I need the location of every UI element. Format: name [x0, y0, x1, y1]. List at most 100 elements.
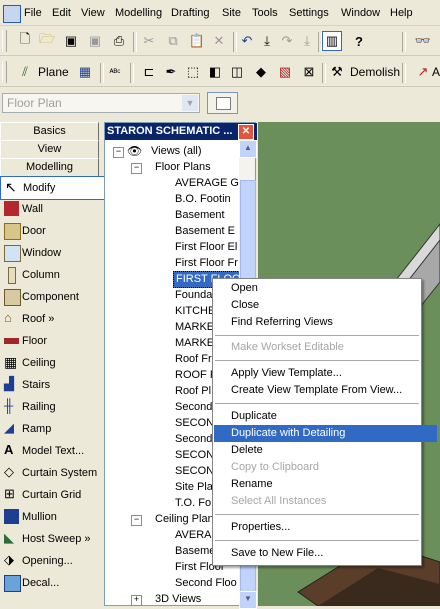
tree-item[interactable]: Baseme: [175, 544, 215, 559]
tool-window[interactable]: Window: [0, 242, 119, 264]
tree-item[interactable]: Site Pla: [175, 480, 213, 495]
open-folder-icon[interactable]: 🗁: [38, 31, 56, 50]
tree-item[interactable]: MARKE: [175, 320, 214, 335]
toolbar-grip[interactable]: [2, 30, 7, 52]
menu-item-properties[interactable]: Properties...: [214, 519, 437, 536]
text-icon[interactable]: ↗: [414, 63, 432, 81]
project-browser-toggle-icon[interactable]: ▥: [322, 31, 342, 51]
tool-modify[interactable]: ↖ Modify: [0, 176, 121, 200]
menu-window[interactable]: Window: [341, 7, 380, 19]
tool-ramp[interactable]: ◢ Ramp: [0, 418, 119, 440]
tree-item[interactable]: 3D Views: [155, 592, 201, 607]
view-glasses-icon[interactable]: 👓: [414, 32, 432, 50]
tab-view[interactable]: View: [0, 140, 99, 160]
work-plane-icon[interactable]: ⫽: [16, 63, 34, 81]
app-icon[interactable]: [3, 5, 21, 23]
cut-icon[interactable]: ✂: [140, 32, 158, 50]
tool-roof[interactable]: ⌂ Roof »: [0, 308, 119, 330]
tree-item[interactable]: SECON: [175, 416, 214, 431]
menu-item-duplicate[interactable]: Duplicate: [214, 408, 437, 425]
menu-modelling[interactable]: Modelling: [115, 7, 162, 19]
element-properties-button[interactable]: [207, 92, 238, 114]
tool-host-sweep[interactable]: ◣ Host Sweep »: [0, 528, 119, 550]
grid-icon[interactable]: ▦: [76, 63, 94, 81]
print-icon[interactable]: ⎙: [110, 32, 128, 50]
tool-curtain-grid[interactable]: ⊞ Curtain Grid: [0, 484, 119, 506]
tab-modelling[interactable]: Modelling: [0, 158, 99, 178]
tree-item[interactable]: Founda: [175, 288, 212, 303]
tool-floor[interactable]: Floor: [0, 330, 119, 352]
collapse-icon[interactable]: −: [131, 515, 142, 526]
new-file-icon[interactable]: 🗋: [16, 31, 34, 50]
menu-item-duplicate-with-detailing[interactable]: Duplicate with Detailing: [214, 425, 437, 442]
save-icon[interactable]: ▣: [62, 32, 80, 50]
tree-item[interactable]: Ceiling Plan: [155, 512, 214, 527]
tree-item[interactable]: Basement: [175, 208, 225, 223]
tree-item[interactable]: B.O. Footin: [175, 192, 231, 207]
tree-item[interactable]: Roof Pl: [175, 384, 211, 399]
menu-item-delete[interactable]: Delete: [214, 442, 437, 459]
menu-item-find-referring-views[interactable]: Find Referring Views: [214, 314, 437, 331]
menu-drafting[interactable]: Drafting: [171, 7, 210, 19]
demolish-button[interactable]: Demolish: [350, 65, 400, 79]
tree-item[interactable]: AVERAGE G: [175, 176, 239, 191]
redo-icon[interactable]: ↷: [278, 32, 296, 50]
tool-model-text[interactable]: A Model Text...: [0, 440, 119, 462]
tree-item[interactable]: First Floor Fr: [175, 256, 238, 271]
toolbar-grip[interactable]: [2, 61, 7, 83]
tool-railing[interactable]: ╫ Railing: [0, 396, 119, 418]
tool-curtain-system[interactable]: ◇ Curtain System: [0, 462, 119, 484]
menu-edit[interactable]: Edit: [52, 7, 71, 19]
menu-item-open[interactable]: Open: [214, 280, 437, 297]
tree-item[interactable]: Second: [175, 432, 212, 447]
redo-dropdown-icon[interactable]: ⤓: [298, 32, 316, 50]
paste-icon[interactable]: 📋: [188, 32, 206, 50]
menu-item-close[interactable]: Close: [214, 297, 437, 314]
expand-icon[interactable]: +: [131, 595, 142, 606]
collapse-icon[interactable]: −: [131, 163, 142, 174]
menu-site[interactable]: Site: [222, 7, 241, 19]
tool-decal[interactable]: Decal...: [0, 572, 119, 594]
menu-help[interactable]: Help: [390, 7, 413, 19]
tree-item[interactable]: Floor Plans: [155, 160, 211, 175]
menu-item-save-to-new-file[interactable]: Save to New File...: [214, 545, 437, 562]
text-button[interactable]: A: [432, 65, 440, 79]
dimension-icon[interactable]: ⊏: [140, 63, 158, 81]
tree-item[interactable]: SECON: [175, 448, 214, 463]
spelling-icon[interactable]: ᴬᴮᶜ: [106, 63, 124, 81]
tool-door[interactable]: Door: [0, 220, 119, 242]
scroll-down-icon[interactable]: ▼: [239, 591, 257, 609]
tree-item[interactable]: Views (all): [151, 144, 202, 159]
tool-ceiling[interactable]: ▦ Ceiling: [0, 352, 119, 374]
tree-item[interactable]: Second Floo: [175, 576, 237, 591]
tool-column[interactable]: Column: [0, 264, 119, 286]
wall-join-icon[interactable]: ▧: [276, 63, 294, 81]
paint-icon[interactable]: ⬚: [184, 63, 202, 81]
tree-item[interactable]: Second: [175, 400, 212, 415]
tree-item[interactable]: Basement E: [175, 224, 235, 239]
menu-settings[interactable]: Settings: [289, 7, 329, 19]
menu-item-apply-view-template[interactable]: Apply View Template...: [214, 365, 437, 382]
tree-item[interactable]: SECON: [175, 464, 214, 479]
menu-view[interactable]: View: [81, 7, 105, 19]
tree-item[interactable]: AVERA: [175, 528, 211, 543]
collapse-icon[interactable]: −: [113, 147, 124, 158]
tree-item[interactable]: Roof Fr: [175, 352, 212, 367]
menu-file[interactable]: File: [24, 7, 42, 19]
tree-item[interactable]: KITCHE: [175, 304, 215, 319]
join-geometry-icon[interactable]: ◫: [228, 63, 246, 81]
copy-icon[interactable]: ⧉: [164, 32, 182, 50]
menu-tools[interactable]: Tools: [252, 7, 278, 19]
scroll-up-icon[interactable]: ▲: [239, 140, 257, 158]
tool-opening[interactable]: ⬗ Opening...: [0, 550, 119, 572]
tree-item[interactable]: First Floor El: [175, 240, 237, 255]
save-all-icon[interactable]: ▣: [86, 32, 104, 50]
menu-item-create-view-template[interactable]: Create View Template From View...: [214, 382, 437, 399]
undo-dropdown-icon[interactable]: ⤓: [258, 32, 276, 50]
linework-icon[interactable]: ⊠: [300, 63, 318, 81]
type-selector-combo[interactable]: Floor Plan ▼: [2, 93, 200, 113]
chevron-down-icon[interactable]: ▼: [182, 95, 198, 111]
eyedropper-icon[interactable]: ✒: [162, 63, 180, 81]
tool-stairs[interactable]: ▟ Stairs: [0, 374, 119, 396]
tree-item[interactable]: ROOF P: [175, 368, 217, 383]
